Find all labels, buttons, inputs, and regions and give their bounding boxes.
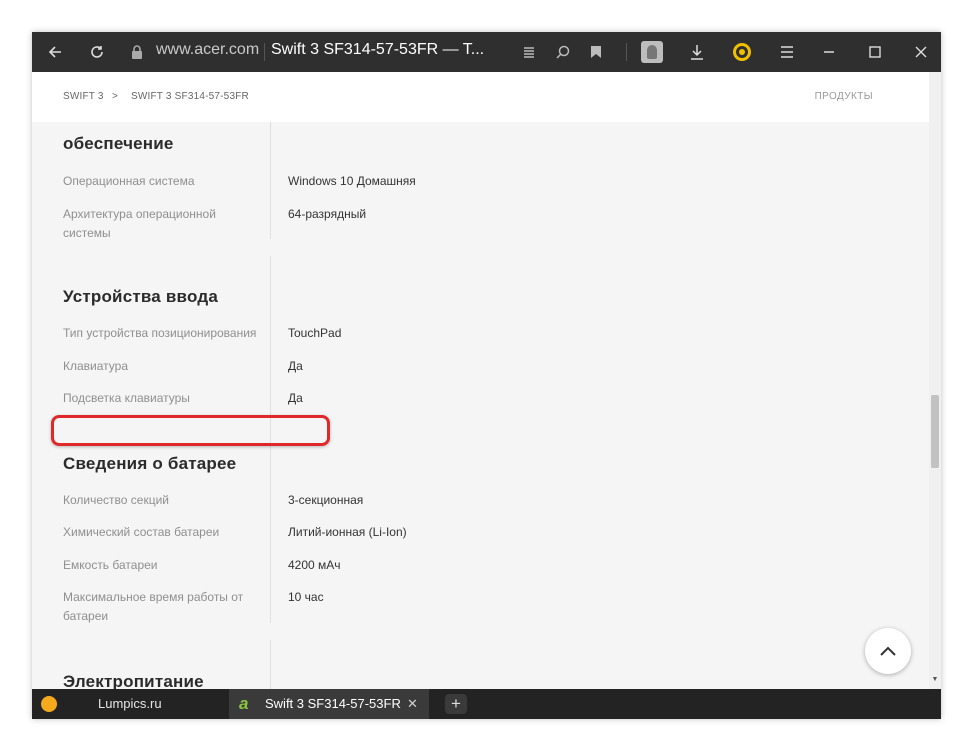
spec-label: Тип устройства позиционирования [63,326,257,340]
spec-value: Windows 10 Домашняя [288,174,416,188]
spec-value: Да [288,359,303,373]
toolbar-divider [626,43,627,61]
profile-icon[interactable] [641,41,663,63]
tab-lumpics[interactable]: Lumpics.ru [98,696,162,711]
back-icon[interactable] [40,32,70,72]
acer-favicon-icon: a [239,694,249,713]
reader-icon[interactable] [518,32,540,72]
spec-label-keyboard-backlight: Подсветка клавиатуры [63,391,190,405]
chevron-up-icon [880,646,896,656]
alice-icon[interactable] [733,43,751,61]
spec-value: Литий-ионная (Li-Ion) [288,525,407,539]
tab-bar: Lumpics.ru a Swift 3 SF314-57-53FR ✕ + [32,689,941,719]
spec-content: обеспечение Операционная система Windows… [32,122,929,689]
lumpics-favicon-icon [41,696,57,712]
spec-label: Операционная система [63,174,195,188]
download-icon[interactable] [686,32,708,72]
section-heading-battery: Сведения о батарее [63,454,237,473]
spec-value: 64-разрядный [288,207,367,221]
minimize-icon[interactable] [818,32,840,72]
section-heading-input: Устройства ввода [63,287,218,306]
scrollbar-thumb[interactable] [931,395,939,468]
bookmark-icon[interactable] [585,32,607,72]
breadcrumb-separator: > [112,91,119,102]
search-icon[interactable] [552,32,574,72]
highlight-annotation [51,415,330,446]
section-heading-software: обеспечение [63,134,174,153]
spec-value: 3-секционная [288,493,364,507]
breadcrumb-current: SWIFT 3 SF314-57-53FR [131,91,249,102]
reload-icon[interactable] [82,32,112,72]
url-separator [264,43,265,61]
browser-window: www.acer.com Swift 3 SF314-57-53FR — T..… [32,32,941,719]
back-to-top-button[interactable] [865,628,911,674]
spec-value: 10 час [288,590,324,604]
close-icon[interactable] [910,32,932,72]
column-divider [270,640,271,689]
tab-close-icon[interactable]: ✕ [407,696,418,712]
spec-value: 4200 мАч [288,558,341,572]
url-domain[interactable]: www.acer.com [156,41,259,59]
tab-active-label: Swift 3 SF314-57-53FR [265,696,401,711]
spec-value: TouchPad [288,326,342,340]
breadcrumb-swift3[interactable]: SWIFT 3 [63,91,104,102]
column-divider [270,122,271,239]
page-header: SWIFT 3 > SWIFT 3 SF314-57-53FR ПРОДУКТЫ [32,72,929,122]
browser-toolbar: www.acer.com Swift 3 SF314-57-53FR — T..… [32,32,941,72]
new-tab-button[interactable]: + [445,694,467,714]
spec-label: Емкость батареи [63,558,158,572]
spec-label: Химический состав батареи [63,525,220,539]
spec-label: Клавиатура [63,359,128,373]
url-page-title[interactable]: Swift 3 SF314-57-53FR — T... [271,41,484,59]
menu-icon[interactable] [776,32,798,72]
scroll-down-arrow-icon[interactable]: ▼ [929,673,941,687]
spec-label: Архитектура операционной системы [63,207,216,240]
spec-label: Максимальное время работы от батареи [63,590,244,623]
products-link[interactable]: ПРОДУКТЫ [815,91,873,102]
section-heading-power: Электропитание [63,672,204,689]
spec-label: Количество секций [63,493,169,507]
lock-icon [126,32,148,72]
tab-active[interactable]: a Swift 3 SF314-57-53FR ✕ [229,689,429,719]
maximize-icon[interactable] [864,32,886,72]
spec-value-keyboard-backlight: Да [288,391,303,405]
scrollbar-track[interactable] [929,72,941,689]
